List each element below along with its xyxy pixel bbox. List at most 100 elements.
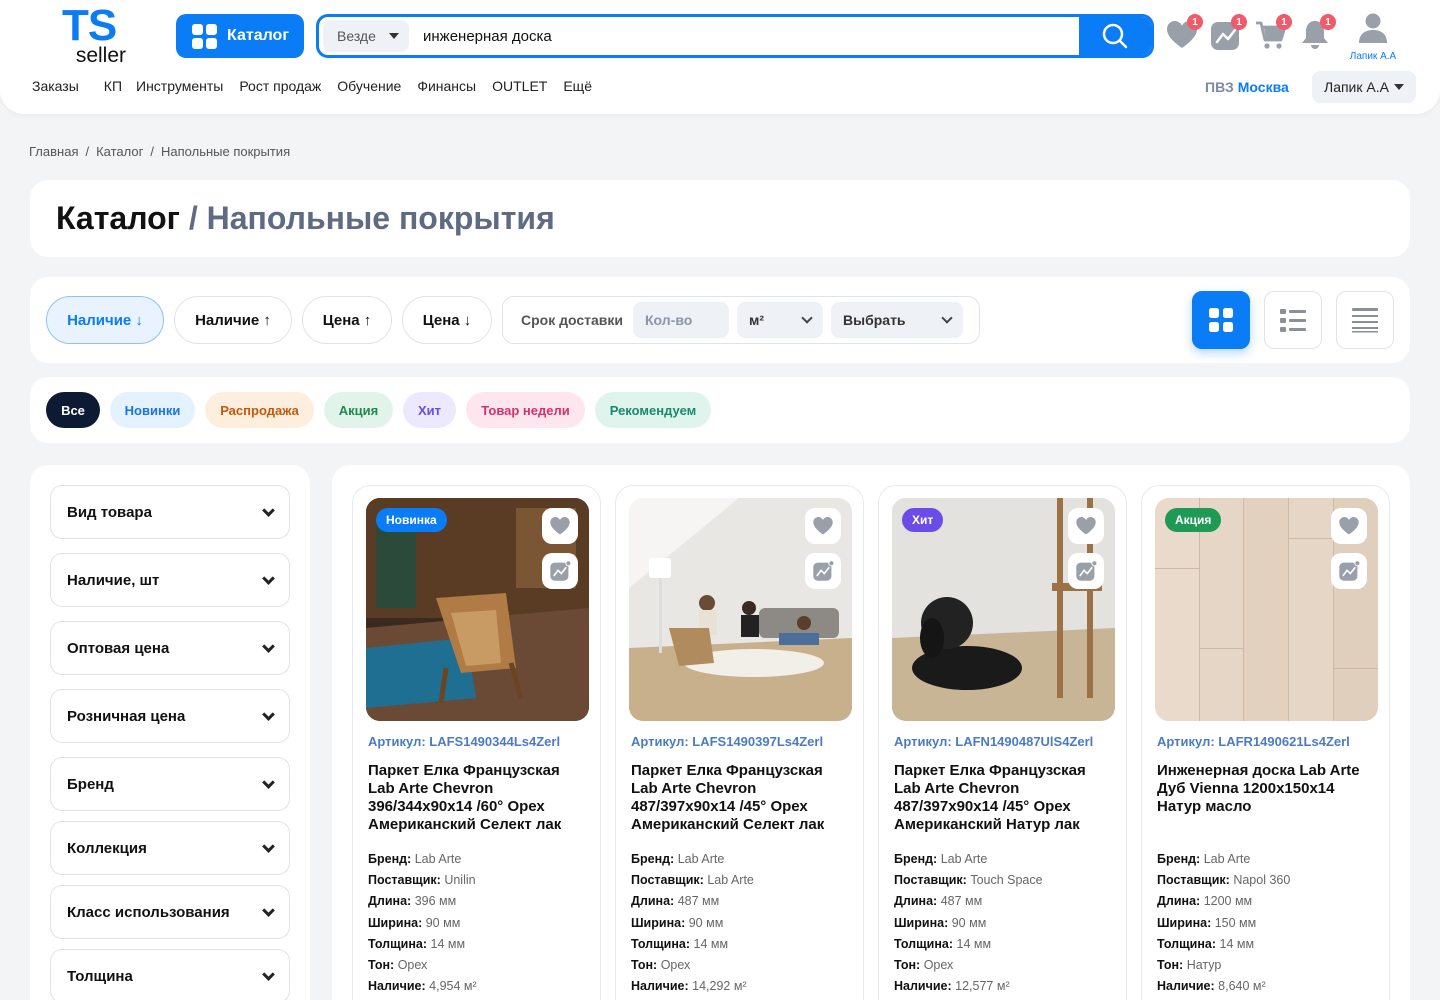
product-name[interactable]: Паркет Елка Французская Lab Arte Chevron… xyxy=(894,762,1116,834)
filter-label: Коллекция xyxy=(67,839,147,857)
pickup-point-city: Москва xyxy=(1237,79,1289,95)
unit-select[interactable]: м² xyxy=(737,302,824,338)
caret-down-icon xyxy=(389,33,399,39)
quantity-input[interactable]: Кол-во xyxy=(633,302,730,338)
nav-item-finance[interactable]: Финансы xyxy=(417,78,476,94)
search-input[interactable] xyxy=(409,17,1079,55)
filter-label: Бренд xyxy=(67,775,114,793)
account-select[interactable]: Лапик А.А xyxy=(1312,71,1416,103)
tag-promo[interactable]: Акция xyxy=(324,392,393,428)
logo[interactable]: TS seller xyxy=(62,4,126,67)
add-to-compare-button[interactable] xyxy=(542,553,578,589)
chevron-down-icon xyxy=(262,571,275,585)
user-profile-button[interactable]: Лапик А.А xyxy=(1346,12,1400,62)
spec-label: Тон: xyxy=(631,958,658,973)
filter-thickness[interactable]: Толщина xyxy=(50,949,290,1000)
breadcrumb-catalog[interactable]: Каталог xyxy=(96,144,143,159)
filter-product-type[interactable]: Вид товара xyxy=(50,485,290,539)
filter-brand[interactable]: Бренд xyxy=(50,757,290,811)
nav-item-kp[interactable]: КП xyxy=(104,78,122,94)
view-list-button[interactable] xyxy=(1264,291,1322,349)
add-to-compare-button[interactable] xyxy=(1331,553,1367,589)
favorites-button[interactable]: 1 xyxy=(1165,14,1203,52)
tag-recommended[interactable]: Рекомендуем xyxy=(595,392,711,428)
product-sku: Артикул: LAFS1490397Ls4Zerl xyxy=(631,734,824,749)
nav-item-orders[interactable]: Заказы xyxy=(32,78,79,94)
nav-item-outlet[interactable]: OUTLET xyxy=(492,78,547,94)
catalog-button[interactable]: Каталог xyxy=(176,14,304,58)
filter-label: Наличие, шт xyxy=(67,571,160,589)
view-grid-button[interactable] xyxy=(1192,291,1250,349)
cart-button[interactable]: 1 xyxy=(1254,14,1292,52)
nav-item-sales-growth[interactable]: Рост продаж xyxy=(239,78,321,94)
filter-sidebar: Вид товара Наличие, шт Оптовая цена Розн… xyxy=(30,465,310,1000)
product-specs: Бренд: Lab Arte Поставщик: Napol 360 Дли… xyxy=(1157,849,1290,997)
add-to-compare-button[interactable] xyxy=(1068,553,1104,589)
view-table-button[interactable] xyxy=(1336,291,1394,349)
compare-button[interactable]: 1 xyxy=(1209,14,1247,52)
search-button[interactable] xyxy=(1079,17,1151,55)
spec-tone: Орех xyxy=(397,958,428,973)
add-to-favorites-button[interactable] xyxy=(1068,508,1104,544)
filter-stock[interactable]: Наличие, шт xyxy=(50,553,290,607)
add-to-favorites-button[interactable] xyxy=(542,508,578,544)
tag-all[interactable]: Все xyxy=(46,392,100,428)
product-name[interactable]: Инженерная доска Lab Arte Дуб Vienna 120… xyxy=(1157,762,1379,816)
spec-width: 150 мм xyxy=(1214,915,1257,930)
tag-hit[interactable]: Хит xyxy=(403,392,456,428)
filter-usage-class[interactable]: Класс использования xyxy=(50,885,290,939)
spec-label: Тон: xyxy=(368,958,395,973)
grid-view-icon xyxy=(1209,308,1233,332)
page-title: Каталог / Напольные покрытия xyxy=(56,200,555,237)
add-to-compare-button[interactable] xyxy=(805,553,841,589)
breadcrumb-home[interactable]: Главная xyxy=(29,144,78,159)
tag-sale[interactable]: Распродажа xyxy=(205,392,314,428)
delivery-select-value: Выбрать xyxy=(843,312,906,328)
spec-label: Длина: xyxy=(894,894,938,909)
sort-price-desc[interactable]: Цена ↓ xyxy=(402,296,492,344)
filter-wholesale-price[interactable]: Оптовая цена xyxy=(50,621,290,675)
product-ribbon: Новинка xyxy=(376,508,447,532)
spec-stock: 4,954 м² xyxy=(429,979,477,994)
product-card[interactable]: Акция Артикул: LAFR1490621Ls4Zerl Инжене… xyxy=(1141,485,1390,1000)
tag-week-product[interactable]: Товар недели xyxy=(466,392,585,428)
notifications-button[interactable]: 1 xyxy=(1298,14,1336,52)
spec-label: Поставщик: xyxy=(631,873,704,888)
filter-collection[interactable]: Коллекция xyxy=(50,821,290,875)
chevron-down-icon xyxy=(262,839,275,853)
spec-label: Ширина: xyxy=(1157,915,1212,930)
sort-price-asc[interactable]: Цена ↑ xyxy=(302,296,392,344)
product-name[interactable]: Паркет Елка Французская Lab Arte Chevron… xyxy=(631,762,853,834)
spec-label: Ширина: xyxy=(631,915,686,930)
spec-tone: Орех xyxy=(660,958,691,973)
product-name[interactable]: Паркет Елка Французская Lab Arte Chevron… xyxy=(368,762,590,834)
chevron-down-icon xyxy=(262,903,275,917)
sort-stock-desc[interactable]: Наличие ↓ xyxy=(46,296,164,344)
spec-tone: Орех xyxy=(923,958,954,973)
spec-length: 1200 мм xyxy=(1203,894,1253,909)
product-card[interactable]: Хит Артикул: LAFN1490487UlS4Zerl Паркет … xyxy=(878,485,1127,1000)
filter-retail-price[interactable]: Розничная цена xyxy=(50,689,290,743)
nav-item-learning[interactable]: Обучение xyxy=(337,78,401,94)
spec-thickness: 14 мм xyxy=(430,936,466,951)
spec-label: Толщина: xyxy=(368,936,428,951)
pickup-point[interactable]: ПВЗ Москва xyxy=(1205,79,1289,95)
quantity-placeholder: Кол-во xyxy=(645,312,693,328)
delivery-select[interactable]: Выбрать xyxy=(831,302,964,338)
compare-chart-icon xyxy=(550,560,571,581)
add-to-favorites-button[interactable] xyxy=(805,508,841,544)
nav-item-more[interactable]: Ещё xyxy=(563,78,592,94)
product-card[interactable]: Новинка Артикул: LAFS1490344Ls4Zerl Парк… xyxy=(352,485,601,1000)
sort-stock-asc[interactable]: Наличие ↑ xyxy=(174,296,292,344)
add-to-favorites-button[interactable] xyxy=(1331,508,1367,544)
page-title-sub: Напольные покрытия xyxy=(206,200,555,236)
search-scope-select[interactable]: Везде xyxy=(323,20,409,52)
product-specs: Бренд: Lab Arte Поставщик: Lab Arte Длин… xyxy=(631,849,754,997)
spec-length: 487 мм xyxy=(940,894,983,909)
spec-brand: Lab Arte xyxy=(1203,852,1251,866)
spec-label: Поставщик: xyxy=(368,873,441,888)
tag-new[interactable]: Новинки xyxy=(110,392,195,428)
nav-item-tools[interactable]: Инструменты xyxy=(136,78,223,94)
heart-icon xyxy=(550,516,570,535)
product-card[interactable]: Артикул: LAFS1490397Ls4Zerl Паркет Елка … xyxy=(615,485,864,1000)
